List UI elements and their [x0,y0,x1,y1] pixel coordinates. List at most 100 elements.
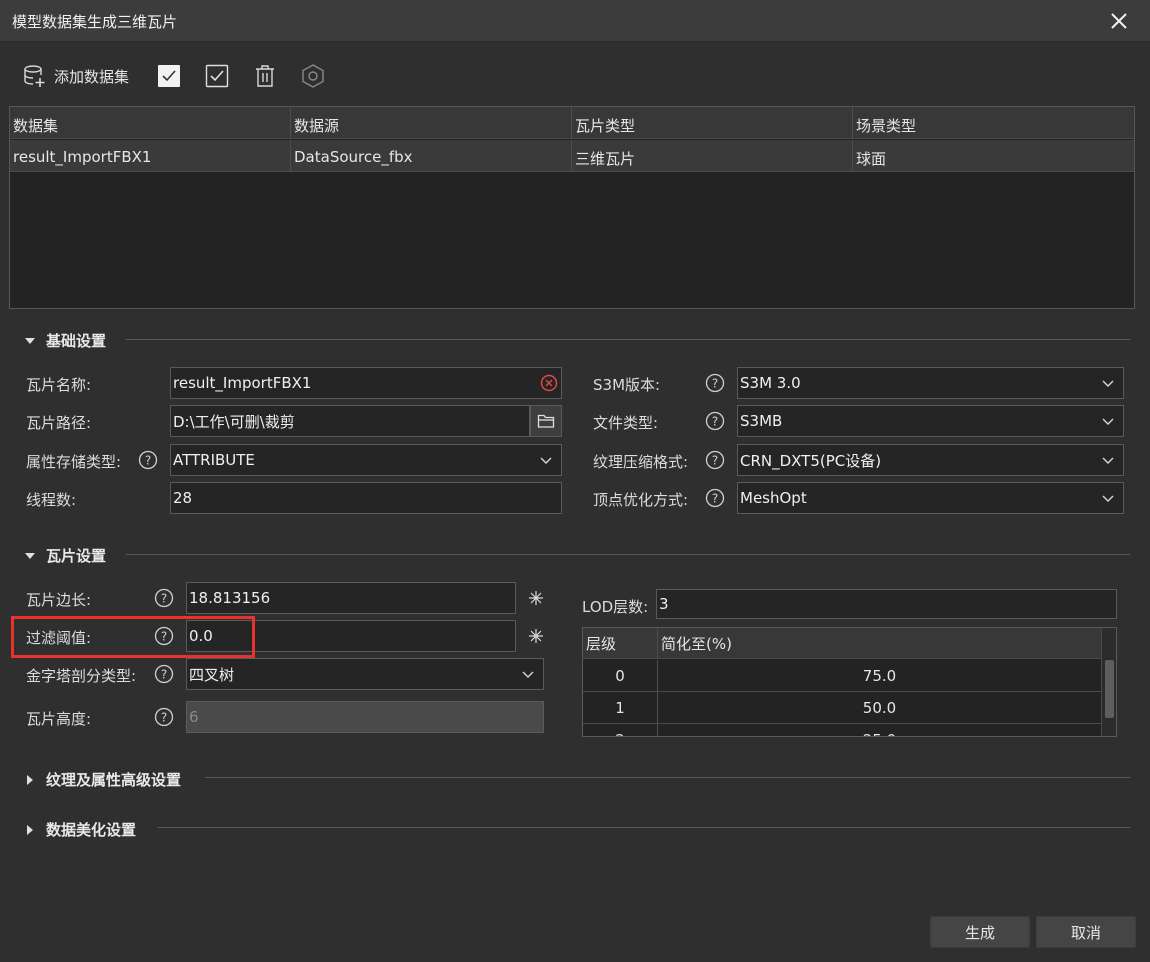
generate-button[interactable]: 生成 [930,916,1030,948]
lod-level-cell: 2 [583,724,658,736]
svg-text:?: ? [145,454,151,468]
tile-path-input[interactable] [173,412,527,430]
scrollbar-thumb[interactable] [1105,660,1114,718]
help-icon[interactable]: ? [705,450,725,470]
invert-select-button[interactable] [204,63,230,89]
texture-settings-header[interactable]: 纹理及属性高级设置 [24,769,181,790]
grid-column-header[interactable]: 数据集 [10,107,291,138]
tile-name-input[interactable] [173,374,540,392]
help-icon[interactable]: ? [154,626,174,646]
table-row[interactable]: 0 75.0 [583,660,1101,692]
pyramid-type-select[interactable]: 四叉树 [186,658,544,690]
beautify-settings-header[interactable]: 数据美化设置 [24,819,136,840]
help-icon[interactable]: ? [154,664,174,684]
help-icon[interactable]: ? [705,488,725,508]
chevron-down-icon [1102,495,1114,502]
triangle-right-icon [27,824,33,835]
cancel-button[interactable]: 取消 [1036,916,1136,948]
asterisk-icon[interactable] [527,627,545,645]
browse-folder-button[interactable] [530,405,562,437]
tile-edge-input[interactable] [189,589,513,607]
window-title: 模型数据集生成三维瓦片 [12,13,178,31]
svg-text:?: ? [712,492,718,506]
clear-error-icon[interactable] [540,374,558,392]
s3m-version-select[interactable]: S3M 3.0 [737,367,1124,399]
grid-cell[interactable]: 球面 [853,140,1134,171]
chevron-down-icon [1102,418,1114,425]
texture-compress-select[interactable]: CRN_DXT5(PC设备) [737,444,1124,476]
close-button[interactable] [1104,6,1134,36]
tile-edge-label: 瓦片边长: [26,591,92,609]
table-row[interactable]: 2 25.0 [583,724,1101,737]
svg-text:?: ? [712,454,718,468]
add-database-icon [24,65,45,87]
grid-cell[interactable]: 三维瓦片 [572,140,853,171]
texture-compress-label: 纹理压缩格式: [593,453,689,471]
trash-icon [256,65,274,87]
vertex-opt-label: 顶点优化方式: [593,491,689,509]
section-divider [126,554,1130,555]
vertex-opt-select[interactable]: MeshOpt [737,482,1124,514]
tile-edge-field[interactable] [186,582,516,614]
tile-name-field[interactable] [170,367,562,399]
tile-height-field: 6 [186,701,544,733]
tile-path-label: 瓦片路径: [26,414,92,432]
grid-column-header[interactable]: 数据源 [291,107,572,138]
grid-cell[interactable]: result_ImportFBX1 [10,140,291,171]
threads-field[interactable] [170,482,562,514]
lod-ratio-cell[interactable]: 25.0 [658,724,1101,737]
file-type-value: S3MB [740,412,783,430]
lod-level-cell: 1 [583,692,658,723]
chevron-down-icon [1102,457,1114,464]
select-all-button[interactable] [156,63,182,89]
vertex-opt-value: MeshOpt [740,489,807,507]
lod-ratio-cell[interactable]: 50.0 [658,692,1101,723]
help-icon[interactable]: ? [705,411,725,431]
grid-column-header[interactable]: 场景类型 [853,107,1134,138]
s3m-version-label: S3M版本: [593,376,661,394]
asterisk-icon[interactable] [527,589,545,607]
delete-button[interactable] [252,63,278,89]
lod-level-cell: 0 [583,660,658,691]
texture-settings-title: 纹理及属性高级设置 [46,771,182,789]
s3m-version-value: S3M 3.0 [740,374,801,392]
lod-scrollbar[interactable] [1101,628,1116,736]
settings-button[interactable] [300,63,326,89]
table-row[interactable]: 1 50.0 [583,692,1101,724]
file-type-select[interactable]: S3MB [737,405,1124,437]
lod-column-header[interactable]: 层级 [583,628,658,658]
pyramid-type-label: 金字塔剖分类型: [26,667,137,685]
grid-column-header[interactable]: 瓦片类型 [572,107,853,138]
lod-levels-input[interactable] [659,595,1114,613]
filter-threshold-input[interactable] [189,627,513,645]
tile-path-field[interactable] [170,405,530,437]
lod-levels-field[interactable] [656,589,1117,619]
help-icon[interactable]: ? [138,450,158,470]
grid-cell[interactable]: DataSource_fbx [291,140,572,171]
table-row[interactable]: result_ImportFBX1 DataSource_fbx 三维瓦片 球面 [10,140,1134,172]
basic-settings-header[interactable]: 基础设置 [24,330,106,351]
svg-text:?: ? [161,630,167,644]
attr-storage-select[interactable]: ATTRIBUTE [170,444,562,476]
tile-settings-title: 瓦片设置 [46,547,107,565]
basic-settings-title: 基础设置 [46,332,107,350]
threads-input[interactable] [173,489,559,507]
svg-text:?: ? [712,415,718,429]
lod-ratio-cell[interactable]: 75.0 [658,660,1101,691]
add-dataset-button[interactable]: 添加数据集 [22,62,129,90]
svg-text:?: ? [161,668,167,682]
svg-text:?: ? [712,377,718,391]
help-icon[interactable]: ? [154,588,174,608]
filter-threshold-label: 过滤阈值: [26,629,92,647]
tile-height-value: 6 [189,708,199,726]
pyramid-type-value: 四叉树 [189,665,235,684]
chevron-down-icon [540,457,552,464]
help-icon[interactable]: ? [154,707,174,727]
tile-settings-header[interactable]: 瓦片设置 [24,545,106,566]
lod-table[interactable]: 层级 简化至(%) 0 75.0 1 50.0 2 25.0 [582,627,1117,737]
help-icon[interactable]: ? [705,373,725,393]
dataset-grid[interactable]: 数据集 数据源 瓦片类型 场景类型 result_ImportFBX1 Data… [9,106,1135,309]
lod-column-header[interactable]: 简化至(%) [658,628,1101,658]
filter-threshold-field[interactable] [186,620,516,652]
beautify-settings-title: 数据美化设置 [46,821,137,839]
